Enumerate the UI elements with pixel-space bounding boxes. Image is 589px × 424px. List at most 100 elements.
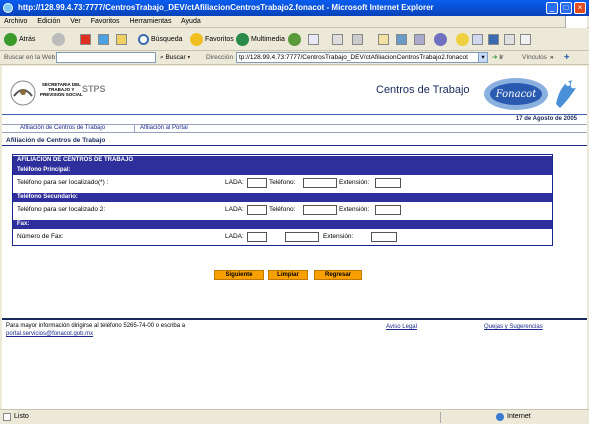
forward-button[interactable] <box>52 32 67 47</box>
logo-abbr: STPS <box>82 84 106 94</box>
address-label: Dirección <box>206 54 234 61</box>
links-label[interactable]: Vínculos <box>522 51 547 65</box>
address-bar-row: Buscar en la Web ⌕ Buscar ▾ Dirección tp… <box>0 51 589 65</box>
stop-button[interactable] <box>80 32 93 47</box>
web-search-input[interactable] <box>56 52 156 63</box>
back-button[interactable]: Atrás <box>4 32 35 47</box>
footer-info-text: Para mayor información dirigirse al telé… <box>6 323 186 329</box>
toolbar-extra-1[interactable] <box>378 32 391 47</box>
complaints-link[interactable]: Quejas y Sugerencias <box>484 324 543 330</box>
web-page: SECRETARIA DEL TRABAJO Y PREVISION SOCIA… <box>2 66 587 409</box>
toolbar: Atrás Búsqueda Favoritos Multimedia <box>0 28 589 51</box>
edit-button[interactable] <box>352 32 365 47</box>
checkbox-icon <box>520 33 531 45</box>
home-button[interactable] <box>116 32 129 47</box>
toolbar-extra-2[interactable] <box>396 32 409 47</box>
toolbar-extra-4[interactable] <box>434 32 449 47</box>
page-icon <box>3 413 11 421</box>
multimedia-button[interactable]: Multimedia <box>236 32 285 47</box>
logo-line-3: PREVISION SOCIAL <box>40 92 83 97</box>
fax-heading: Fax: <box>13 220 552 229</box>
menu-herramientas[interactable]: Herramientas <box>129 18 171 25</box>
clear-button[interactable]: Limpiar <box>268 270 308 280</box>
back-form-button[interactable]: Regresar <box>314 270 362 280</box>
secundario-heading: Teléfono Secundario: <box>13 193 552 202</box>
toolbar-extra-7[interactable] <box>488 32 501 47</box>
menu-edicion[interactable]: Edición <box>37 18 60 25</box>
toolbar-extra-3[interactable] <box>414 32 427 47</box>
fax-lada-label: LADA: <box>225 233 244 240</box>
menu-ver[interactable]: Ver <box>70 18 81 25</box>
window-title-bar: http://128.99.4.73:7777/CentrosTrabajo_D… <box>0 0 589 16</box>
stop-icon <box>80 33 91 45</box>
secundario-telefono-label: Teléfono: <box>269 206 296 213</box>
footer-email-link[interactable]: portal.servicios@fonacot.gob.mx <box>6 330 376 338</box>
history-icon <box>288 32 301 46</box>
fax-extension-input[interactable] <box>371 232 397 242</box>
secundario-telefono-input[interactable] <box>303 205 337 215</box>
smiley-icon <box>456 32 469 46</box>
globe-icon <box>496 413 504 421</box>
print-button[interactable] <box>332 32 345 47</box>
close-button[interactable]: × <box>574 2 586 14</box>
principal-telefono-label: Teléfono: <box>269 179 296 186</box>
section-divider <box>2 145 587 146</box>
play-icon <box>488 33 499 45</box>
nav-afiliacion-centros[interactable]: Afiliación de Centros de Trabajo <box>20 125 105 132</box>
search-button[interactable]: Búsqueda <box>138 32 183 47</box>
web-search-button[interactable]: ⌕ Buscar ▾ <box>160 51 190 65</box>
secundario-label: Teléfono para ser localizado 2: <box>17 206 106 213</box>
afiliacion-form: AFILIACION DE CENTROS DE TRABAJO Teléfon… <box>12 154 553 246</box>
nav-afiliacion-portal[interactable]: Afiliación al Portal <box>140 125 188 132</box>
address-dropdown-icon[interactable]: ▾ <box>478 52 488 63</box>
page-title: Centros de Trabajo <box>376 84 470 96</box>
norton-icon[interactable]: ✚ <box>564 51 569 65</box>
toolbar-extra-9[interactable] <box>520 32 533 47</box>
doc-icon <box>504 33 515 45</box>
address-input[interactable]: tp://128.99.4.73:7777/CentrosTrabajo_DEV… <box>236 52 488 63</box>
nav-bar: Afiliación de Centros de Trabajo Afiliac… <box>2 124 587 133</box>
history-button[interactable] <box>288 32 303 47</box>
search-small-icon: ⌕ <box>160 54 164 61</box>
toolbar-extra-6[interactable] <box>472 32 485 47</box>
favorites-button[interactable]: Favoritos <box>190 32 234 47</box>
legal-notice-link[interactable]: Aviso Legal <box>386 324 417 330</box>
window-title: http://128.99.4.73:7777/CentrosTrabajo_D… <box>18 3 434 12</box>
stps-logo: SECRETARIA DEL TRABAJO Y PREVISION SOCIA… <box>8 76 106 112</box>
windows-logo-icon <box>565 16 587 28</box>
status-zone: Internet <box>507 413 531 420</box>
status-divider <box>440 412 441 423</box>
go-button[interactable]: ➔ Ir <box>492 51 503 65</box>
web-search-label: Buscar en la Web <box>4 54 56 61</box>
tool-icon <box>414 33 425 45</box>
form-heading: AFILIACION DE CENTROS DE TRABAJO <box>13 156 552 166</box>
star-icon <box>190 32 203 46</box>
secundario-lada-label: LADA: <box>225 206 244 213</box>
principal-lada-input[interactable] <box>247 178 267 188</box>
next-button[interactable]: Siguiente <box>214 270 264 280</box>
toolbar-extra-5[interactable] <box>456 32 471 47</box>
menu-favoritos[interactable]: Favoritos <box>91 18 120 25</box>
fax-lada-input[interactable] <box>247 232 267 242</box>
principal-telefono-input[interactable] <box>303 178 337 188</box>
minimize-button[interactable]: _ <box>546 2 558 14</box>
menu-archivo[interactable]: Archivo <box>4 18 27 25</box>
menu-ayuda[interactable]: Ayuda <box>181 18 201 25</box>
principal-extension-label: Extensión: <box>339 179 370 186</box>
secundario-extension-input[interactable] <box>375 205 401 215</box>
secundario-lada-input[interactable] <box>247 205 267 215</box>
print-icon <box>332 33 343 45</box>
home-icon <box>116 33 127 45</box>
fax-extension-label: Extensión: <box>323 233 354 240</box>
mail-button[interactable] <box>308 32 321 47</box>
mail-icon <box>308 33 319 45</box>
maximize-button[interactable]: □ <box>560 2 572 14</box>
fax-number-input[interactable] <box>285 232 319 242</box>
toolbar-extra-8[interactable] <box>504 32 517 47</box>
window-icon <box>396 33 407 45</box>
links-chevron-icon[interactable]: » <box>550 51 554 65</box>
principal-extension-input[interactable] <box>375 178 401 188</box>
edit-icon <box>352 33 363 45</box>
refresh-button[interactable] <box>98 32 111 47</box>
fonacot-text: Fonacot <box>495 89 537 100</box>
